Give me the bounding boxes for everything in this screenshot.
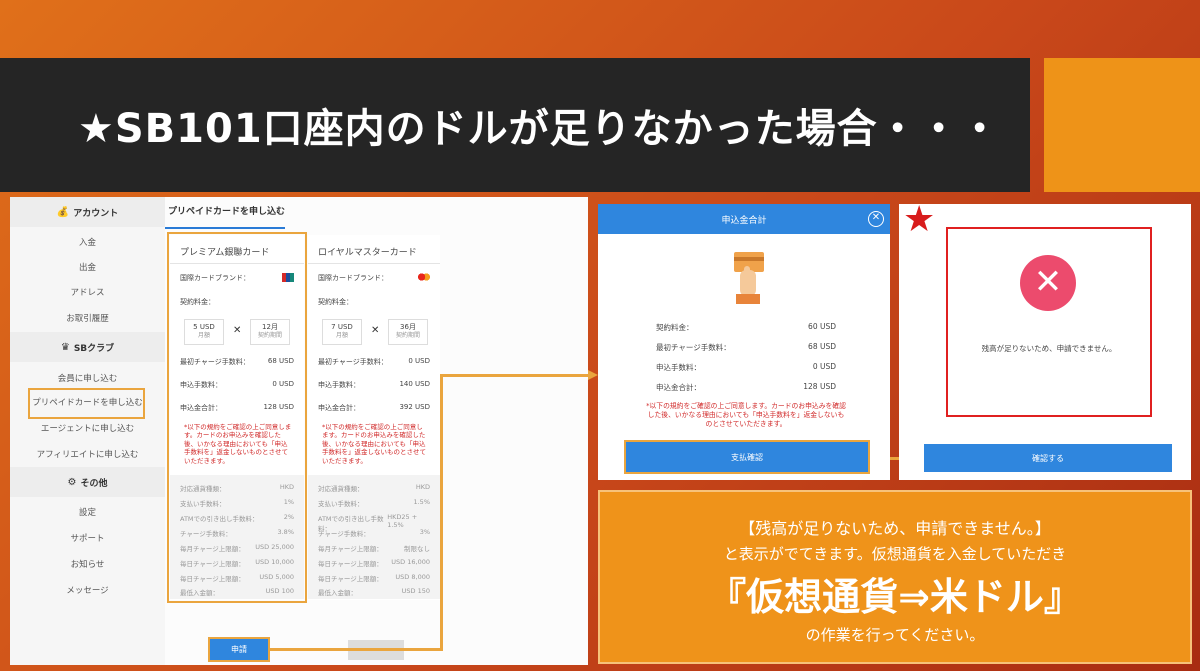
error-message: 残高が足りないため、申請できません。 xyxy=(981,344,1117,353)
fee-row: 申込金合計： 392 USD xyxy=(318,403,430,412)
connector-line xyxy=(270,648,442,651)
spec-row: 支払い手数料： 1.5% xyxy=(318,498,430,508)
crown-icon: ♛ xyxy=(60,341,70,353)
mastercard-logo-icon xyxy=(418,273,430,281)
modal-title: 申込金合計 xyxy=(598,204,890,234)
sidebar-item-news[interactable]: お知らせ xyxy=(10,553,165,575)
spec-row: チャージ手数料： 3% xyxy=(318,528,430,538)
fee-row: 最初チャージ手数料： 0 USD xyxy=(318,357,430,366)
arrow-right-icon xyxy=(588,370,598,380)
spec-row: 対応通貨種類： HKD xyxy=(318,483,430,493)
card-royal-mastercard[interactable]: ロイヤルマスターカード 国際カードブランド： 契約料金： 7 USD 月額 ✕ 3… xyxy=(308,235,440,600)
monthly-fee-box: 7 USD 月額 xyxy=(322,319,362,345)
sidebar-item-messages[interactable]: メッセージ xyxy=(10,579,165,601)
card-title: ロイヤルマスターカード xyxy=(318,248,417,258)
sidebar-highlight xyxy=(28,388,145,419)
decorative-corner-box xyxy=(1044,58,1200,192)
money-bag-icon: 💰 xyxy=(56,206,70,218)
summary-row: 契約料金： 60 USD xyxy=(656,322,836,332)
terms-note: *以下の規約をご確認の上ご同意します。カードのお申込みを確認した後、いかなる理由… xyxy=(322,423,426,465)
brand-label: 国際カードブランド： xyxy=(318,274,388,282)
error-x-icon: ✕ xyxy=(1020,255,1076,311)
fee-row: 申込手数料： 140 USD xyxy=(318,380,430,389)
spec-row: 最低入金額： USD 150 xyxy=(318,587,430,597)
spec-row: 毎日チャージ上限額： USD 8,000 xyxy=(318,573,430,583)
tab-prepaid-card[interactable]: プリペイドカードを申し込む xyxy=(168,204,285,217)
callout-line-3: 『仮想通貨⇒米ドル』 xyxy=(708,575,1082,619)
connector-line xyxy=(440,374,443,651)
sidebar-item-deposit[interactable]: 入金 xyxy=(10,231,165,253)
sidebar-item-agent[interactable]: エージェントに申し込む xyxy=(10,417,165,439)
terms-note: *以下の規約をご確認の上ご同意します。カードのお申込みを確認した後、いかなる理由… xyxy=(646,402,846,428)
summary-row: 申込手数料： 0 USD xyxy=(656,362,836,372)
sidebar-header-sbclub: ♛ SBクラブ xyxy=(10,332,165,362)
spec-row: 毎日チャージ上限額： USD 16,000 xyxy=(318,558,430,568)
sidebar-item-settings[interactable]: 設定 xyxy=(10,501,165,523)
summary-row: 最初チャージ手数料： 68 USD xyxy=(656,342,836,352)
apply-button[interactable]: 申請 xyxy=(208,637,270,662)
payment-summary-modal: 申込金合計 ✕ 契約料金： 60 USD 最初チャージ手数料： 68 USD 申込手… xyxy=(598,204,890,480)
sidebar: 💰 アカウント 入金 出金 アドレス お取引履歴 ♛ SBクラブ 会員に申し込む… xyxy=(10,197,165,665)
callout-line-1: 【残高が足りないため、申請できません。】 xyxy=(739,519,1051,538)
times-icon: ✕ xyxy=(371,325,380,336)
spec-row: 毎月チャージ上限額： 制限なし xyxy=(318,545,430,553)
star-icon: ★ xyxy=(903,199,936,240)
summary-row: 申込金合計： 128 USD xyxy=(656,382,836,392)
callout-line-2: と表示がでてきます。仮想通貨を入金していただき xyxy=(723,545,1067,563)
sidebar-header-account: 💰 アカウント xyxy=(10,197,165,227)
sidebar-header-other: ⚙ その他 xyxy=(10,467,165,497)
close-icon[interactable]: ✕ xyxy=(868,211,884,227)
sidebar-item-history[interactable]: お取引履歴 xyxy=(10,307,165,329)
callout-line-4: の作業を行ってください。 xyxy=(805,626,985,644)
connector-line xyxy=(440,374,590,377)
confirm-button[interactable]: 確認する xyxy=(924,444,1172,472)
sidebar-item-withdraw[interactable]: 出金 xyxy=(10,256,165,278)
sidebar-item-affiliate[interactable]: アフィリエイトに申し込む xyxy=(10,443,165,465)
contract-period-box: 36月 契約期間 xyxy=(388,319,428,345)
gear-icon: ⚙ xyxy=(67,476,77,488)
tab-underline xyxy=(165,227,285,229)
card-payment-icon xyxy=(726,248,770,308)
pay-confirm-button[interactable]: 支払確認 xyxy=(624,440,870,474)
card-highlight xyxy=(167,232,307,603)
contract-label: 契約料金： xyxy=(318,298,353,306)
banner-title: ★SB101口座内のドルが足りなかった場合・・・ xyxy=(78,106,1001,152)
sidebar-item-support[interactable]: サポート xyxy=(10,527,165,549)
sidebar-item-address[interactable]: アドレス xyxy=(10,281,165,303)
sidebar-item-member[interactable]: 会員に申し込む xyxy=(10,367,165,389)
